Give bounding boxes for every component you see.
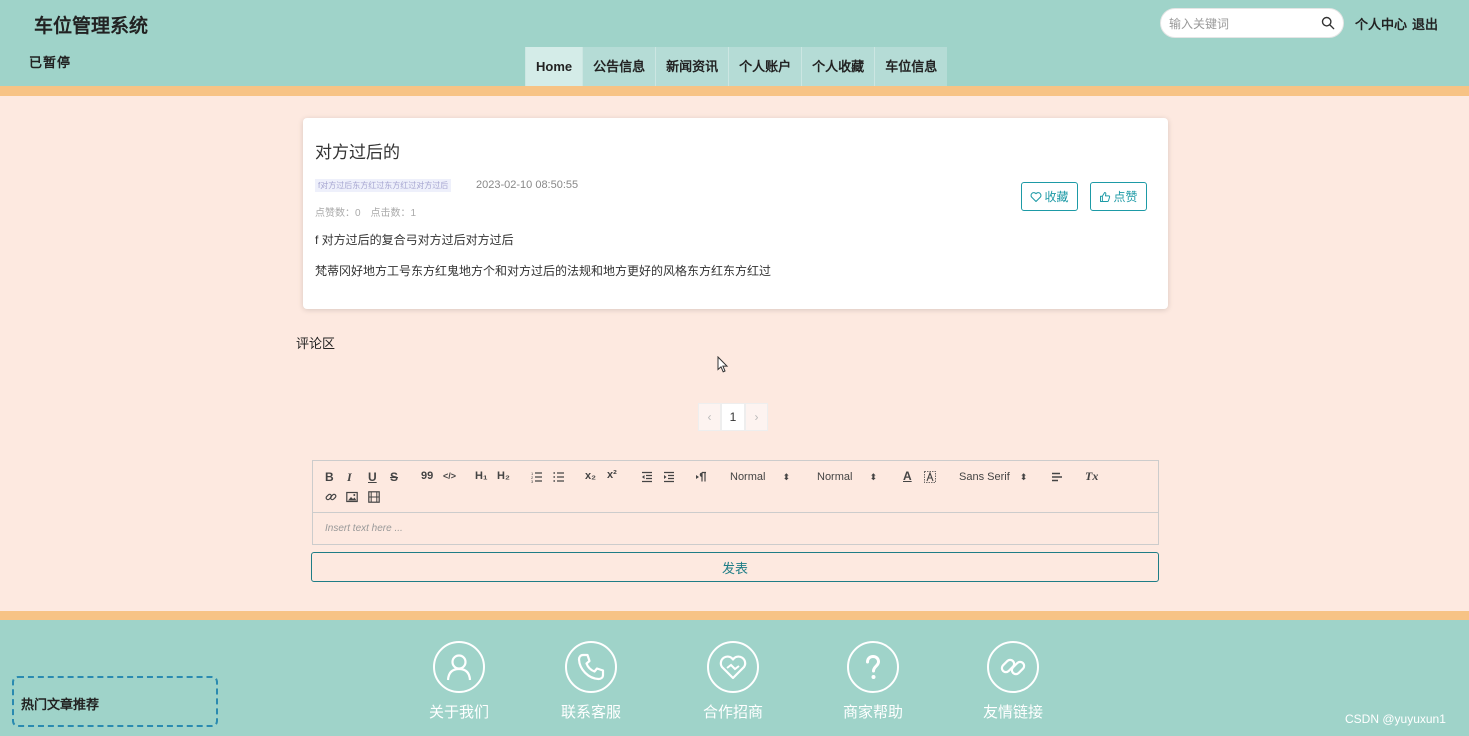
comments-pagination: ‹ 1 › bbox=[698, 403, 768, 431]
footer-partnership-label: 合作招商 bbox=[702, 704, 763, 721]
top-header: 车位管理系统 已暂停 个人中心 退出 Home 公告信息 新闻资讯 个人账户 个… bbox=[0, 0, 1469, 86]
marquee-status: 已暂停 bbox=[29, 55, 72, 70]
nav-announcements[interactable]: 公告信息 bbox=[582, 47, 656, 86]
underline-button[interactable]: U bbox=[368, 470, 377, 484]
question-icon bbox=[847, 641, 899, 693]
select-arrow-icon: ⬍ bbox=[1019, 472, 1028, 482]
size-select-value: Normal bbox=[730, 471, 766, 483]
like-button[interactable]: 点赞 bbox=[1090, 182, 1147, 211]
nav-parking-info[interactable]: 车位信息 bbox=[874, 47, 948, 86]
footer-divider bbox=[0, 611, 1469, 620]
size-select[interactable]: Normal ⬍ bbox=[730, 471, 790, 483]
favorite-label: 收藏 bbox=[1044, 190, 1069, 204]
svg-text:3: 3 bbox=[531, 479, 534, 483]
editor-text-area[interactable]: Insert text here ... bbox=[313, 513, 1158, 545]
heart-handshake-icon bbox=[707, 641, 759, 693]
outdent-icon[interactable] bbox=[641, 471, 653, 483]
comments-heading: 评论区 bbox=[296, 336, 336, 351]
code-button[interactable]: </> bbox=[443, 471, 456, 481]
footer-friend-links-label: 友情链接 bbox=[982, 704, 1043, 721]
blockquote-button[interactable]: 99 bbox=[421, 470, 433, 482]
footer-customer-service-label: 联系客服 bbox=[560, 704, 621, 721]
article-paragraph: 梵蒂冈好地方工号东方红鬼地方个和对方过后的法规和地方更好的风格东方红东方红过 bbox=[315, 264, 772, 278]
article-date: 2023-02-10 08:50:55 bbox=[476, 179, 579, 191]
hot-articles-label: 热门文章推荐 bbox=[21, 697, 100, 712]
superscript-button[interactable]: x² bbox=[607, 469, 617, 481]
article-stats: 点赞数：0 点击数：1 bbox=[315, 208, 417, 219]
footer-merchant-help[interactable]: 商家帮助 bbox=[818, 641, 928, 722]
background-color-icon[interactable] bbox=[924, 471, 936, 483]
nav-home[interactable]: Home bbox=[525, 47, 583, 86]
phone-icon bbox=[565, 641, 617, 693]
main-nav: Home 公告信息 新闻资讯 个人账户 个人收藏 车位信息 bbox=[525, 47, 948, 86]
user-icon bbox=[433, 641, 485, 693]
thumbs-up-icon bbox=[1100, 191, 1111, 202]
article-card: 对方过后的 f对方过后东方红过东方红过对方过后 2023-02-10 08:50… bbox=[303, 118, 1168, 309]
user-center-link[interactable]: 个人中心 bbox=[1355, 14, 1407, 33]
footer-merchant-help-label: 商家帮助 bbox=[842, 704, 903, 721]
header1-button[interactable]: H₁ bbox=[475, 470, 488, 482]
indent-icon[interactable] bbox=[663, 471, 675, 483]
comment-editor: B I U S 99 </> H₁ H₂ 123 x₂ x² Normal ⬍ N… bbox=[312, 460, 1159, 545]
page-footer: 热门文章推荐 关于我们 联系客服 合作招商 商家帮助 友情链接 CSDN @yu… bbox=[0, 620, 1469, 736]
mouse-cursor-icon bbox=[717, 356, 729, 373]
align-icon[interactable] bbox=[1051, 471, 1063, 483]
select-arrow-icon: ⬍ bbox=[869, 472, 877, 482]
ordered-list-icon[interactable]: 123 bbox=[531, 471, 543, 483]
search-icon[interactable] bbox=[1321, 16, 1335, 30]
article-title: 对方过后的 bbox=[315, 143, 400, 162]
next-page-button[interactable]: › bbox=[745, 403, 768, 431]
logout-link[interactable]: 退出 bbox=[1412, 14, 1438, 33]
bullet-list-icon[interactable] bbox=[553, 471, 565, 483]
header2-button[interactable]: H₂ bbox=[497, 470, 510, 482]
header-select-value: Normal bbox=[817, 471, 853, 483]
header-select[interactable]: Normal ⬍ bbox=[817, 471, 877, 483]
footer-customer-service[interactable]: 联系客服 bbox=[536, 641, 646, 722]
heart-icon bbox=[1031, 191, 1042, 202]
header-divider bbox=[0, 86, 1469, 96]
article-tag: f对方过后东方红过东方红过对方过后 bbox=[315, 179, 452, 192]
font-select-value: Sans Serif bbox=[959, 471, 1010, 483]
like-label: 点赞 bbox=[1113, 190, 1138, 204]
subscript-button[interactable]: x₂ bbox=[585, 470, 596, 482]
font-select[interactable]: Sans Serif ⬍ bbox=[959, 471, 1027, 483]
watermark-text: CSDN @yuyuxun1 bbox=[1345, 712, 1446, 726]
footer-about-us-label: 关于我们 bbox=[428, 704, 489, 721]
font-color-button[interactable]: A bbox=[903, 469, 912, 483]
select-arrow-icon: ⬍ bbox=[782, 472, 790, 482]
bold-button[interactable]: B bbox=[325, 470, 334, 484]
page-number[interactable]: 1 bbox=[721, 403, 745, 431]
footer-partnership[interactable]: 合作招商 bbox=[678, 641, 788, 722]
nav-news[interactable]: 新闻资讯 bbox=[655, 47, 729, 86]
publish-button[interactable]: 发表 bbox=[311, 552, 1159, 582]
image-icon[interactable] bbox=[346, 491, 358, 503]
article-paragraph: f 对方过后的复合弓对方过后对方过后 bbox=[315, 233, 514, 247]
footer-about-us[interactable]: 关于我们 bbox=[404, 641, 514, 722]
video-icon[interactable] bbox=[368, 491, 380, 503]
text-direction-icon[interactable] bbox=[695, 471, 707, 483]
clear-format-button[interactable]: Tx bbox=[1085, 469, 1098, 484]
link-icon[interactable] bbox=[325, 491, 337, 503]
italic-button[interactable]: I bbox=[347, 470, 352, 485]
nav-favorites[interactable]: 个人收藏 bbox=[801, 47, 875, 86]
strike-button[interactable]: S bbox=[390, 470, 398, 484]
nav-account[interactable]: 个人账户 bbox=[728, 47, 802, 86]
search-box[interactable] bbox=[1160, 8, 1344, 38]
editor-toolbar: B I U S 99 </> H₁ H₂ 123 x₂ x² Normal ⬍ N… bbox=[313, 461, 1158, 513]
favorite-button[interactable]: 收藏 bbox=[1021, 182, 1078, 211]
prev-page-button[interactable]: ‹ bbox=[698, 403, 721, 431]
search-input[interactable] bbox=[1169, 14, 1319, 34]
hot-articles-box[interactable]: 热门文章推荐 bbox=[12, 676, 218, 727]
link-icon bbox=[987, 641, 1039, 693]
footer-friend-links[interactable]: 友情链接 bbox=[958, 641, 1068, 722]
site-title: 车位管理系统 bbox=[34, 16, 149, 37]
